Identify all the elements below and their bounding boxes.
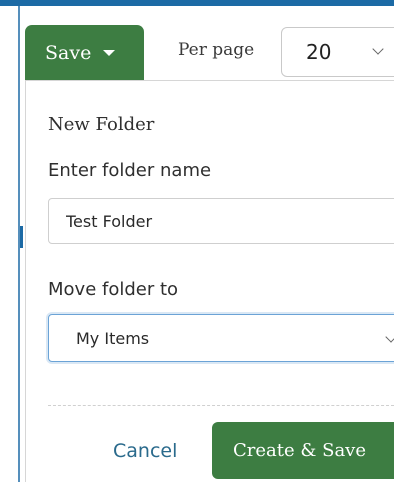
per-page-select[interactable]: 20 (281, 27, 394, 77)
folder-name-label: Enter folder name (48, 160, 212, 181)
create-and-save-label: Create & Save (233, 440, 366, 461)
cancel-button[interactable]: Cancel (113, 440, 177, 462)
chevron-down-icon (372, 43, 384, 55)
move-folder-label: Move folder to (48, 279, 179, 300)
save-menu-screen: Save Per page 20 New Folder Enter folder… (0, 0, 394, 482)
move-folder-select[interactable]: My Items (48, 314, 394, 362)
per-page-label: Per page (178, 40, 255, 60)
divider (48, 405, 394, 406)
focus-border-top (0, 0, 394, 6)
save-button-label: Save (45, 41, 92, 64)
panel-title: New Folder (48, 114, 155, 135)
create-and-save-button[interactable]: Create & Save (212, 422, 394, 479)
per-page-value: 20 (306, 40, 332, 64)
move-folder-value: My Items (76, 328, 150, 348)
save-dropdown-button[interactable]: Save (25, 25, 144, 80)
chevron-down-icon (385, 331, 394, 343)
folder-name-input[interactable] (48, 198, 394, 244)
caret-down-icon (103, 49, 116, 56)
focus-marker (20, 226, 23, 248)
